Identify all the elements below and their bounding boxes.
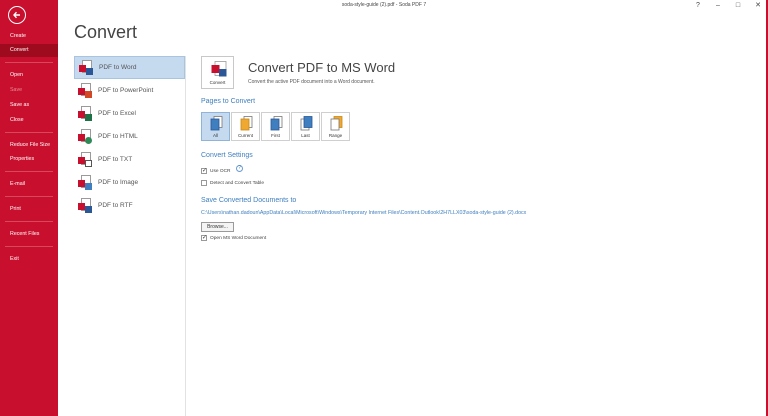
convert-button-label: Convert: [209, 80, 226, 85]
option-pdf-to-rtf[interactable]: PDF to RTF: [74, 194, 185, 217]
all-pages-icon: [210, 116, 223, 131]
detect-tables-checkbox[interactable]: [201, 180, 207, 186]
pages-range-label: Range: [328, 133, 343, 138]
pages-to-convert-heading: Pages to Convert: [201, 98, 256, 105]
sidebar-divider: [5, 196, 53, 197]
use-ocr-label: Use OCR: [210, 168, 231, 174]
convert-settings-heading: Convert Settings: [201, 152, 253, 159]
window-controls: ? – □ ✕: [692, 1, 764, 10]
option-pdf-to-powerpoint[interactable]: PDF to PowerPoint: [74, 79, 185, 102]
help-icon[interactable]: ?: [236, 165, 243, 172]
close-window-button[interactable]: ✕: [752, 1, 764, 9]
pages-last-button[interactable]: Last: [291, 112, 320, 141]
sidebar-item-convert[interactable]: Convert: [0, 44, 58, 57]
sidebar-item-close[interactable]: Close: [0, 114, 58, 127]
detect-tables-option[interactable]: Detect and Convert Table: [201, 180, 264, 186]
current-page-icon: [240, 116, 253, 131]
html-icon: [78, 129, 92, 144]
sidebar-divider: [5, 62, 53, 63]
option-pdf-to-excel[interactable]: PDF to Excel: [74, 102, 185, 125]
option-label: PDF to HTML: [98, 133, 138, 140]
save-path-link[interactable]: C:\Users\nathan.dadoun\AppData\Local\Mic…: [201, 210, 526, 216]
pages-all-label: All: [212, 133, 218, 138]
sidebar-item-properties[interactable]: Properties: [0, 153, 58, 166]
range-pages-icon: [330, 116, 343, 131]
sidebar-item-open[interactable]: Open: [0, 69, 58, 82]
sidebar-divider: [5, 132, 53, 133]
convert-button[interactable]: Convert: [201, 56, 234, 89]
maximize-button[interactable]: □: [732, 1, 744, 9]
sidebar-item-reduce-file-size[interactable]: Reduce File Size: [0, 139, 58, 152]
sidebar-item-create[interactable]: Create: [0, 30, 58, 43]
first-page-icon: [270, 116, 283, 131]
option-pdf-to-html[interactable]: PDF to HTML: [74, 125, 185, 148]
pages-range-button[interactable]: Range: [321, 112, 350, 141]
pages-current-label: Current: [237, 133, 253, 138]
detect-tables-label: Detect and Convert Table: [210, 180, 265, 186]
sidebar-item-email[interactable]: E-mail: [0, 178, 58, 191]
option-label: PDF to RTF: [98, 202, 133, 209]
convert-options-list: PDF to Word PDF to PowerPoint PDF to Exc…: [74, 56, 185, 217]
sidebar-divider: [5, 221, 53, 222]
minimize-button[interactable]: –: [712, 1, 724, 9]
txt-icon: [78, 152, 92, 167]
open-word-option[interactable]: Open MS Word Document: [201, 234, 267, 241]
backstage-sidebar: Create Convert Open Save Save as Close R…: [0, 0, 58, 416]
sidebar-divider: [5, 246, 53, 247]
page-title: Convert: [74, 22, 138, 42]
open-word-label: Open MS Word Document: [210, 235, 267, 241]
help-button[interactable]: ?: [692, 1, 704, 9]
open-word-checkbox[interactable]: [201, 234, 207, 241]
sidebar-item-save: Save: [10, 87, 23, 93]
panel-divider: [185, 56, 186, 416]
option-pdf-to-word[interactable]: PDF to Word: [74, 56, 185, 79]
option-label: PDF to Word: [99, 64, 137, 71]
rtf-icon: [78, 198, 92, 213]
last-page-icon: [300, 116, 313, 131]
option-label: PDF to Excel: [98, 110, 136, 117]
pages-first-button[interactable]: First: [261, 112, 290, 141]
pages-all-button[interactable]: All: [201, 112, 230, 141]
sidebar-item-exit[interactable]: Exit: [0, 253, 58, 266]
powerpoint-icon: [78, 83, 92, 98]
image-icon: [78, 175, 92, 190]
save-location-heading: Save Converted Documents to: [201, 197, 297, 204]
pages-current-button[interactable]: Current: [231, 112, 260, 141]
option-label: PDF to Image: [98, 179, 139, 186]
sidebar-item-print[interactable]: Print: [0, 203, 58, 216]
page-range-buttons: All Current First Last Range: [201, 112, 350, 141]
convert-heading: Convert PDF to MS Word: [248, 60, 396, 75]
sidebar-item-recent-files[interactable]: Recent Files: [0, 228, 58, 241]
use-ocr-option[interactable]: Use OCR: [201, 167, 231, 174]
sidebar-divider: [5, 171, 53, 172]
pages-first-label: First: [271, 133, 280, 138]
use-ocr-checkbox[interactable]: [201, 167, 207, 174]
browse-button[interactable]: Browse...: [201, 222, 234, 232]
window-title: soda-style-guide (2).pdf - Soda PDF 7: [341, 2, 427, 8]
option-label: PDF to TXT: [98, 156, 133, 163]
pages-last-label: Last: [301, 133, 310, 138]
sidebar-item-save-as[interactable]: Save as: [0, 99, 58, 112]
option-label: PDF to PowerPoint: [98, 87, 154, 94]
convert-description: Convert the active PDF document into a W…: [248, 79, 375, 85]
word-icon: [79, 60, 93, 75]
excel-icon: [78, 106, 92, 121]
back-arrow-icon[interactable]: [8, 6, 26, 24]
pdf-to-word-icon: [211, 61, 227, 77]
option-pdf-to-image[interactable]: PDF to Image: [74, 171, 185, 194]
option-pdf-to-txt[interactable]: PDF to TXT: [74, 148, 185, 171]
